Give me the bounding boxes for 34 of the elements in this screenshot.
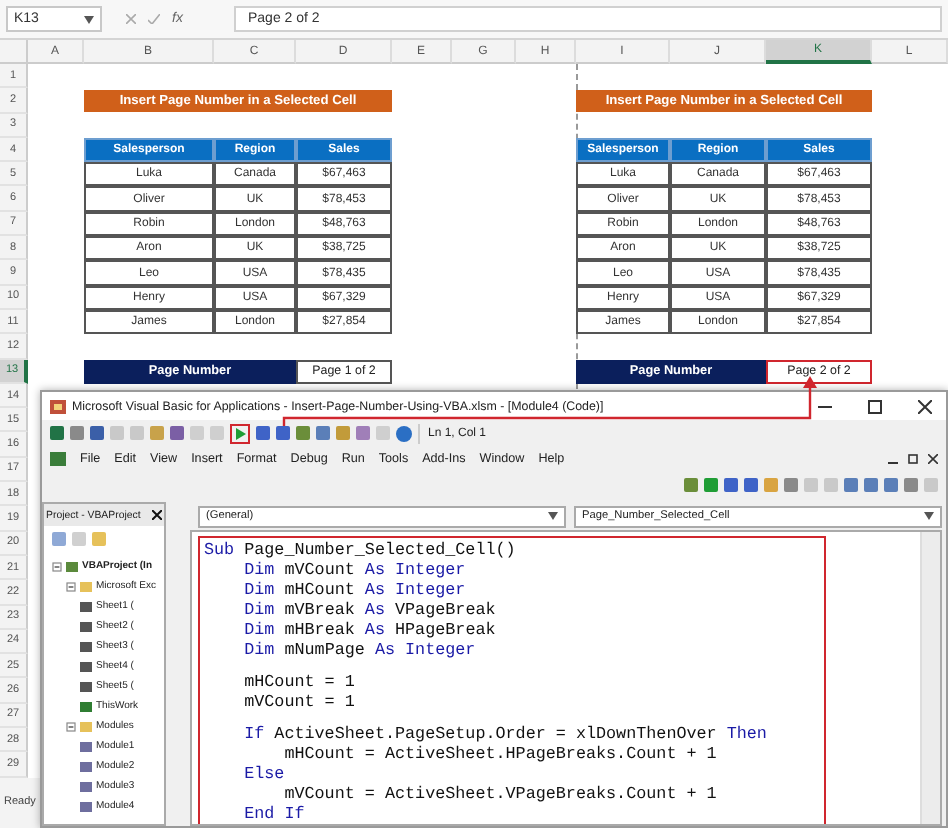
dropdown-caret-icon[interactable] bbox=[548, 512, 558, 520]
enter-icon[interactable] bbox=[148, 14, 160, 24]
code-line: Dim mHCount As Integer bbox=[242, 580, 468, 600]
cancel-icon[interactable] bbox=[126, 14, 136, 24]
code-editor[interactable] bbox=[190, 530, 942, 826]
close-icon[interactable] bbox=[928, 454, 938, 464]
code-line: Dim mVCount As Integer bbox=[242, 560, 468, 580]
select-all-corner[interactable] bbox=[0, 40, 28, 64]
code-line: mHCount = 1 bbox=[242, 672, 357, 692]
close-icon[interactable] bbox=[152, 510, 162, 520]
dropdown-caret-icon[interactable] bbox=[924, 512, 934, 520]
code-line: Dim mHBreak As HPageBreak bbox=[242, 620, 498, 640]
minimize-icon[interactable] bbox=[817, 405, 831, 407]
close-icon[interactable] bbox=[917, 399, 931, 413]
code-line: End If bbox=[242, 804, 307, 824]
code-line: mVCount = 1 bbox=[242, 692, 357, 712]
code-line: Else bbox=[242, 764, 285, 784]
code-line: Dim mNumPage As Integer bbox=[242, 640, 478, 660]
app-icon bbox=[50, 399, 66, 413]
code-line: mHCount = ActiveSheet.HPageBreaks.Count + 1 bbox=[284, 744, 719, 764]
maximize-icon[interactable] bbox=[867, 399, 881, 413]
code-line: Dim mVBreak As VPageBreak bbox=[242, 600, 498, 620]
dropdown-caret-icon[interactable] bbox=[84, 15, 94, 23]
code-line: Sub Page_Number_Selected_Cell() bbox=[204, 540, 518, 560]
run-button[interactable] bbox=[230, 423, 250, 443]
help-icon[interactable] bbox=[396, 425, 412, 441]
scrollbar[interactable] bbox=[920, 532, 940, 824]
collapse-icon[interactable] bbox=[66, 581, 76, 591]
excel-app-icon[interactable] bbox=[50, 452, 66, 466]
collapse-icon[interactable] bbox=[66, 721, 76, 731]
collapse-icon[interactable] bbox=[52, 561, 62, 571]
restore-icon[interactable] bbox=[908, 454, 918, 464]
code-line: If ActiveSheet.PageSetup.Order = xlDownThenOver Then bbox=[242, 724, 769, 744]
code-line: mVCount = ActiveSheet.VPageBreaks.Count + 1 bbox=[282, 784, 719, 804]
